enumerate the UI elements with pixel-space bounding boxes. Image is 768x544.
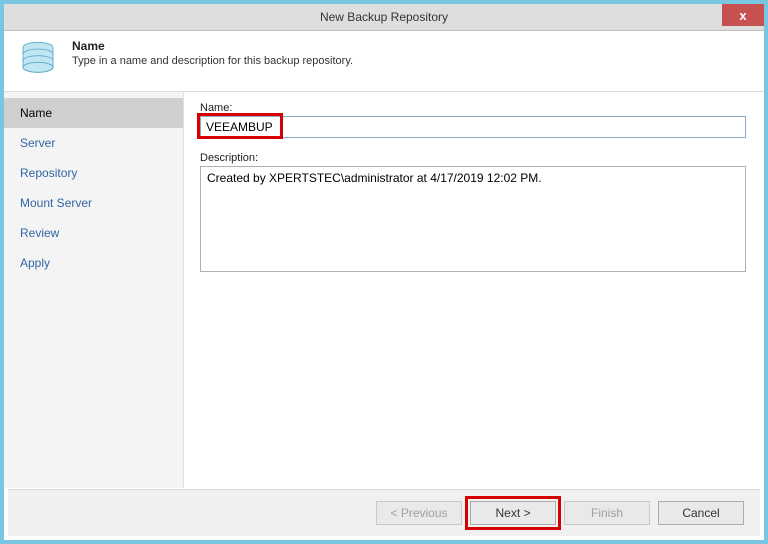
sidebar-item-repository[interactable]: Repository [4,158,183,188]
close-icon: x [739,8,746,23]
wizard-form: Name: Description: [184,92,764,488]
description-label: Description: [200,152,746,164]
sidebar-item-apply[interactable]: Apply [4,248,183,278]
sidebar-item-label: Name [20,106,52,120]
repository-icon [18,39,58,79]
wizard-step-title: Name [72,39,353,53]
wizard-step-subtitle: Type in a name and description for this … [72,55,353,67]
sidebar-item-label: Server [20,136,55,150]
next-button-wrap: Next > [470,501,556,525]
previous-button: < Previous [376,501,462,525]
sidebar-item-review[interactable]: Review [4,218,183,248]
finish-button-label: Finish [591,506,623,520]
window-title: New Backup Repository [320,10,448,24]
titlebar: New Backup Repository x [4,4,764,31]
wizard-body: Name Server Repository Mount Server Revi… [4,92,764,488]
next-button[interactable]: Next > [470,501,556,525]
sidebar-item-label: Mount Server [20,196,92,210]
wizard-steps-sidebar: Name Server Repository Mount Server Revi… [4,92,184,488]
description-textarea[interactable] [200,166,746,272]
cancel-button[interactable]: Cancel [658,501,744,525]
sidebar-item-mount-server[interactable]: Mount Server [4,188,183,218]
wizard-footer: < Previous Next > Finish Cancel [8,489,760,536]
sidebar-item-label: Repository [20,166,77,180]
sidebar-item-name[interactable]: Name [4,98,183,128]
close-button[interactable]: x [722,4,764,26]
name-field-wrap [200,116,746,138]
previous-button-label: < Previous [390,506,447,520]
sidebar-item-label: Review [20,226,59,240]
next-button-label: Next > [495,506,530,520]
wizard-header: Name Type in a name and description for … [4,31,764,92]
sidebar-item-label: Apply [20,256,50,270]
name-label: Name: [200,102,746,114]
wizard-window: New Backup Repository x Name Type in a n… [0,0,768,544]
cancel-button-label: Cancel [682,506,719,520]
wizard-header-text: Name Type in a name and description for … [72,39,353,67]
finish-button: Finish [564,501,650,525]
sidebar-item-server[interactable]: Server [4,128,183,158]
name-input[interactable] [200,116,746,138]
